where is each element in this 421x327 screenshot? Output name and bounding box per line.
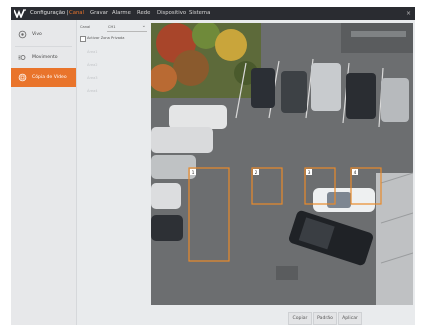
- video-copy-icon: [18, 73, 27, 82]
- title-bar: Configuração | Canal Gravar Alarme Rede …: [11, 7, 415, 20]
- footer-actions: Copiar Padrão Aplicar: [76, 311, 415, 325]
- motion-icon: [18, 55, 26, 60]
- configuration-window: Configuração | Canal Gravar Alarme Rede …: [11, 7, 415, 325]
- parking-lot-image: 1 2 3 4: [151, 23, 413, 305]
- sidebar-item-video-copy[interactable]: Cópia de Vídeo: [11, 68, 76, 87]
- canal-label: Canal: [80, 25, 91, 29]
- menu-dispositivo[interactable]: Dispositivo: [157, 7, 186, 20]
- canal-select[interactable]: CH1 ⌄: [107, 23, 147, 32]
- menu-canal[interactable]: Canal: [69, 7, 84, 20]
- close-icon[interactable]: ×: [406, 7, 411, 20]
- window-title: Configuração |: [30, 10, 69, 16]
- zone-label: 4: [354, 170, 357, 176]
- sidebar: Vivo Movimento Cópia de Vídeo: [11, 20, 77, 325]
- area-4-label: Área4: [87, 89, 98, 93]
- zone-label: 2: [255, 170, 258, 176]
- default-button[interactable]: Padrão: [313, 312, 337, 325]
- sidebar-item-label: Cópia de Vídeo: [32, 75, 67, 80]
- sidebar-item-vivo[interactable]: Vivo: [11, 25, 76, 44]
- chevron-down-icon: ⌄: [141, 23, 146, 29]
- zone-label: 3: [308, 170, 311, 176]
- enable-zone-checkbox[interactable]: [80, 36, 86, 42]
- canal-value: CH1: [108, 25, 116, 29]
- sidebar-item-label: Vivo: [32, 32, 42, 37]
- menu-sistema[interactable]: Sistema: [189, 7, 210, 20]
- area-3-label: Área3: [87, 76, 98, 80]
- sidebar-item-movimento[interactable]: Movimento: [11, 48, 76, 67]
- sidebar-item-label: Movimento: [32, 55, 58, 60]
- area-1-label: Área1: [87, 50, 98, 54]
- enable-zone-label: Activar Zona Privada: [87, 36, 125, 40]
- sidebar-divider: [15, 46, 72, 47]
- camera-icon: [18, 30, 27, 39]
- camera-preview[interactable]: 1 2 3 4: [151, 23, 413, 305]
- area-2-label: Área2: [87, 63, 98, 67]
- zone-label: 1: [192, 170, 195, 176]
- privacy-zone-controls: Canal CH1 ⌄ Activar Zona Privada Área1 Á…: [80, 20, 150, 110]
- apply-button[interactable]: Aplicar: [338, 312, 362, 325]
- menu-alarme[interactable]: Alarme: [112, 7, 131, 20]
- menu-rede[interactable]: Rede: [137, 7, 150, 20]
- copy-button[interactable]: Copiar: [288, 312, 312, 325]
- menu-gravar[interactable]: Gravar: [90, 7, 108, 20]
- w-logo-icon: [14, 9, 26, 18]
